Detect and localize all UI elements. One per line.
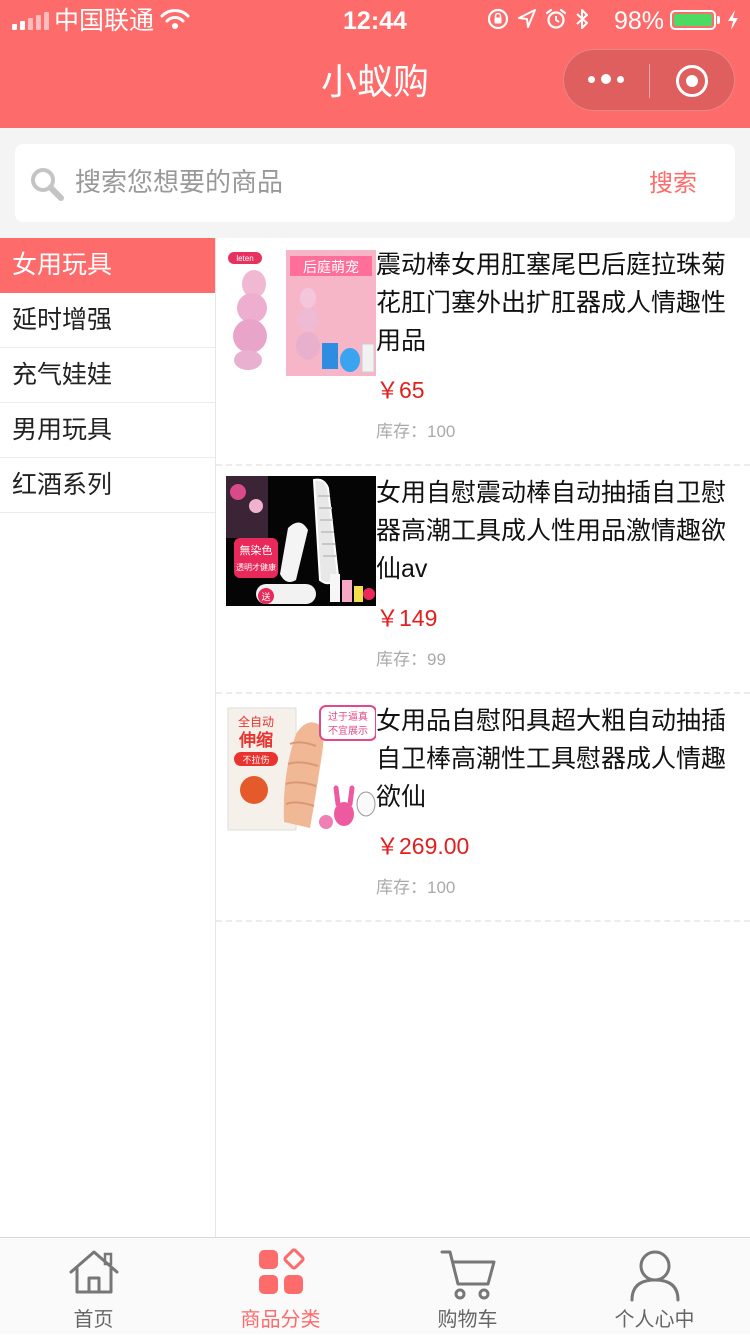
product-list: 后庭萌宠 leten 震动棒女用肛塞尾巴后庭拉珠菊花肛门塞外出扩肛器成人情趣性用… <box>216 238 750 922</box>
svg-text:后庭萌宠: 后庭萌宠 <box>303 259 359 276</box>
svg-text:leten: leten <box>236 254 253 263</box>
product-name[interactable]: 女用自慰震动棒自动抽插自卫慰器高潮工具成人性用品激情趣欲仙av <box>376 474 748 588</box>
battery-icon <box>670 10 716 30</box>
tab-cart[interactable]: 购物车 <box>374 1238 561 1335</box>
category-item-female-toys[interactable]: 女用玩具 <box>0 238 215 293</box>
search-icon <box>31 168 64 201</box>
product-card[interactable]: 后庭萌宠 leten 震动棒女用肛塞尾巴后庭拉珠菊花肛门塞外出扩肛器成人情趣性用… <box>216 238 750 466</box>
category-icon <box>258 1248 305 1294</box>
mini-program-capsule <box>563 49 735 111</box>
tab-label: 首页 <box>73 1309 114 1331</box>
category-item-inflatable-doll[interactable]: 充气娃娃 <box>0 348 215 403</box>
bottom-tab-bar: 首页 商品分类 购物车 个人心中 <box>0 1237 750 1334</box>
product-stock: 库存：99 <box>376 650 446 669</box>
search-box: 搜索 <box>15 144 735 222</box>
svg-text:过于逼真: 过于逼真 <box>328 710 368 723</box>
product-image[interactable]: 后庭萌宠 leten <box>226 248 376 378</box>
user-icon <box>630 1250 679 1302</box>
product-price: ￥65 <box>376 377 425 403</box>
category-item-red-wine[interactable]: 红酒系列 <box>0 458 215 513</box>
svg-text:透明才健康: 透明才健康 <box>236 562 276 572</box>
product-stock: 库存：100 <box>376 878 456 897</box>
product-name[interactable]: 女用品自慰阳具超大粗自动抽插自卫棒高潮性工具慰器成人情趣欲仙 <box>376 702 748 816</box>
product-name[interactable]: 震动棒女用肛塞尾巴后庭拉珠菊花肛门塞外出扩肛器成人情趣性用品 <box>376 246 748 360</box>
product-image[interactable]: 無染色 透明才健康 送 <box>226 476 376 606</box>
tab-category[interactable]: 商品分类 <box>187 1238 374 1335</box>
svg-text:不宜展示: 不宜展示 <box>328 724 368 737</box>
product-price: ￥269.00 <box>376 833 470 859</box>
cart-icon <box>440 1250 495 1300</box>
app-header: 中国联通 12:44 98% 小蚁购 <box>0 0 750 128</box>
search-bar: 搜索 <box>0 128 750 238</box>
charging-icon <box>728 10 738 30</box>
search-button[interactable]: 搜索 <box>649 168 697 200</box>
more-options-button[interactable] <box>588 74 624 84</box>
svg-text:全自动: 全自动 <box>238 714 274 729</box>
svg-text:無染色: 無染色 <box>240 543 273 557</box>
svg-text:送: 送 <box>261 591 270 603</box>
product-card[interactable]: 無染色 透明才健康 送 女用自慰震动棒自动抽插自卫慰器高潮工具成人性用品激情趣欲… <box>216 466 750 694</box>
tab-label: 购物车 <box>437 1309 498 1331</box>
product-image[interactable]: 全自动 伸缩 不拉伤 过于逼真 不宜展示 <box>226 704 376 834</box>
search-input[interactable] <box>75 162 595 202</box>
alarm-icon <box>545 8 567 29</box>
svg-text:不拉伤: 不拉伤 <box>242 754 269 766</box>
status-bar: 中国联通 12:44 98% <box>0 0 750 40</box>
product-price: ￥149 <box>376 605 438 631</box>
product-stock: 库存：100 <box>376 422 456 441</box>
tab-profile[interactable]: 个人心中 <box>561 1238 748 1335</box>
rotation-lock-icon <box>487 8 509 30</box>
tab-label: 商品分类 <box>240 1309 321 1331</box>
category-item-delay-enhance[interactable]: 延时增强 <box>0 293 215 348</box>
close-program-button[interactable] <box>676 65 708 97</box>
battery-percent: 98% <box>614 7 665 35</box>
category-sidebar: 女用玩具 延时增强 充气娃娃 男用玩具 红酒系列 <box>0 238 216 1237</box>
svg-text:伸缩: 伸缩 <box>238 730 273 751</box>
tab-home[interactable]: 首页 <box>0 1238 187 1335</box>
location-icon <box>518 9 536 28</box>
bluetooth-icon <box>576 9 588 29</box>
product-card[interactable]: 全自动 伸缩 不拉伤 过于逼真 不宜展示 女用品自慰阳具超大粗自动抽插自卫棒高潮… <box>216 694 750 922</box>
category-item-male-toys[interactable]: 男用玩具 <box>0 403 215 458</box>
tab-label: 个人心中 <box>614 1309 695 1331</box>
home-icon <box>69 1250 118 1294</box>
